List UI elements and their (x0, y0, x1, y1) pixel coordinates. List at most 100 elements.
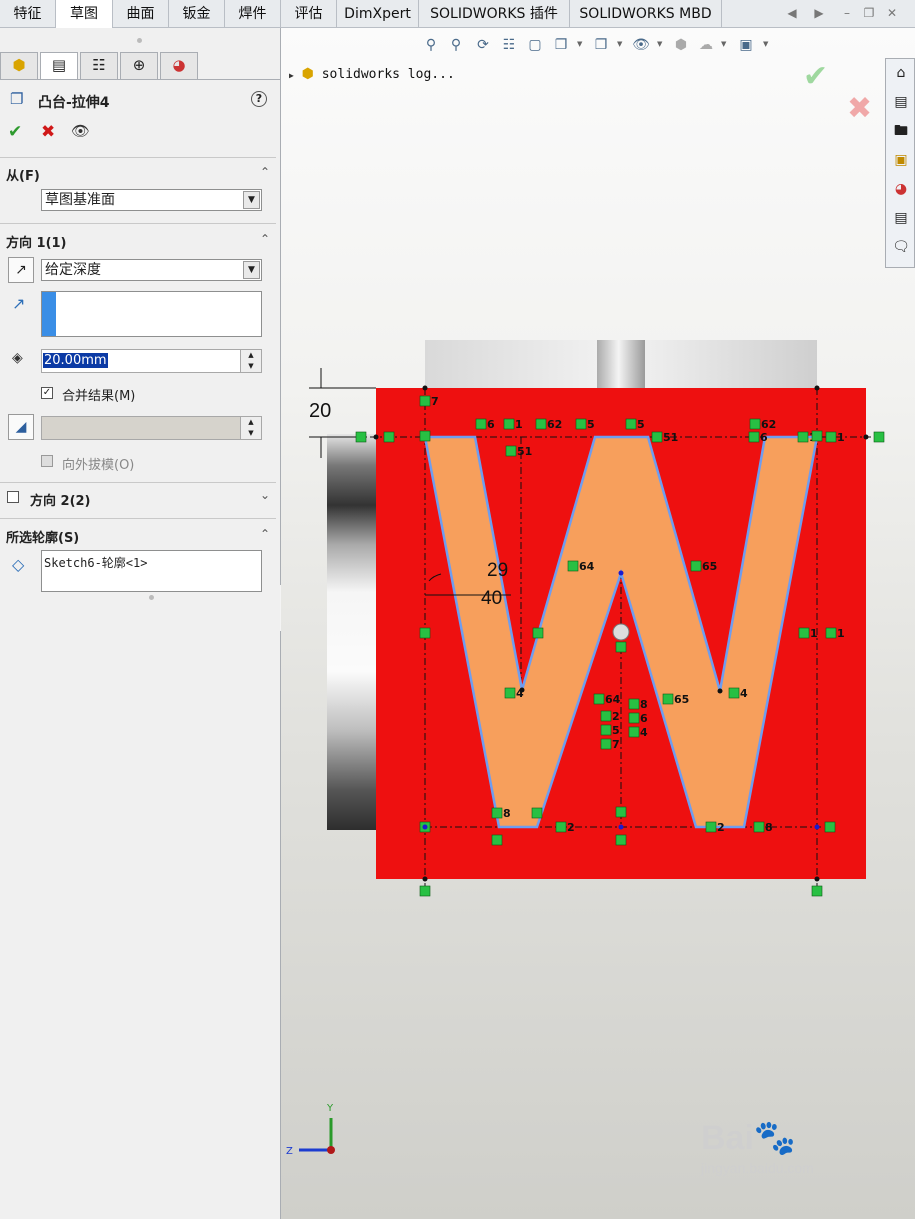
tab-sketch[interactable]: 草图 (56, 0, 113, 29)
tab-dimxpert-manager[interactable]: ⊕ (120, 52, 158, 79)
tab-dimxpert[interactable]: DimXpert (337, 0, 419, 28)
scroll-left-icon[interactable]: ◀ (785, 6, 799, 20)
relation-marker[interactable] (555, 821, 567, 833)
relation-marker[interactable] (419, 627, 431, 639)
chevron-up-icon[interactable]: ⌃ (260, 165, 270, 179)
tab-weldments[interactable]: 焊件 (225, 0, 281, 28)
sketch-canvas[interactable]: 20 40 29 7616255515162611646544646586425… (281, 28, 915, 1219)
previous-view-icon[interactable]: ⟳ (473, 35, 493, 55)
relation-marker[interactable] (575, 418, 587, 430)
tab-sheet-metal[interactable]: 钣金 (169, 0, 225, 28)
relation-marker[interactable] (797, 431, 809, 443)
relation-marker[interactable] (535, 418, 547, 430)
close-icon[interactable]: ✕ (885, 6, 899, 20)
section-direction2-header[interactable]: 方向 2(2) (30, 490, 91, 509)
direction-selection-box[interactable] (41, 291, 262, 337)
merge-result-checkbox[interactable]: ✓ (41, 387, 53, 399)
help-icon[interactable]: ? (251, 91, 267, 107)
from-select[interactable]: 草图基准面 ▼ (41, 189, 262, 211)
relation-marker[interactable] (615, 834, 627, 846)
reverse-direction-button[interactable]: ↗ (8, 257, 34, 283)
relation-marker[interactable] (825, 431, 837, 443)
relation-marker[interactable] (491, 834, 503, 846)
parts-library-icon[interactable]: ▤ (889, 90, 913, 114)
tab-solidworks-mbd[interactable]: SOLIDWORKS MBD (570, 0, 722, 28)
graphics-area[interactable]: 20 40 29 7616255515162611646544646586425… (281, 28, 915, 1219)
tab-configuration-manager[interactable]: ☷ (80, 52, 118, 79)
depth-input[interactable]: 20.00mm ▲ ▼ (41, 349, 262, 373)
relation-marker[interactable] (753, 821, 765, 833)
file-explorer-icon[interactable]: 🖿 (889, 119, 913, 143)
tab-feature-manager[interactable]: ⬢ (0, 52, 38, 79)
relation-marker[interactable] (748, 431, 760, 443)
forum-icon[interactable]: 🗨 (889, 235, 913, 259)
relation-marker[interactable] (567, 560, 579, 572)
chevron-up-icon[interactable]: ⌃ (260, 527, 270, 541)
horizontal-dimension[interactable]: 40 (481, 588, 502, 609)
relation-marker[interactable] (873, 431, 885, 443)
relation-marker[interactable] (615, 806, 627, 818)
relation-marker[interactable] (593, 693, 605, 705)
section-selected-contours-header[interactable]: 所选轮廓(S) (6, 527, 79, 546)
tree-expand-icon[interactable]: ▶ (289, 71, 294, 80)
relation-marker[interactable] (531, 807, 543, 819)
tab-evaluate[interactable]: 评估 (281, 0, 337, 28)
appearance-icon[interactable]: ⬢ (671, 35, 691, 55)
custom-properties-icon[interactable]: ▤ (889, 206, 913, 230)
relation-marker[interactable] (503, 418, 515, 430)
draft-outward-checkbox[interactable] (41, 455, 53, 467)
relation-marker[interactable] (419, 430, 431, 442)
relation-marker[interactable] (824, 821, 836, 833)
relation-marker[interactable] (628, 726, 640, 738)
ok-button[interactable]: ✔ (8, 122, 22, 142)
relation-marker[interactable] (628, 712, 640, 724)
relation-marker[interactable] (690, 560, 702, 572)
confirm-ok-icon[interactable]: ✔ (803, 59, 828, 94)
relation-marker[interactable] (651, 431, 663, 443)
resize-grip-dot[interactable] (149, 595, 154, 600)
display-style-icon[interactable]: ❐ (591, 35, 611, 55)
chevron-down-icon[interactable]: ⌄ (260, 488, 270, 502)
relation-marker[interactable] (491, 807, 503, 819)
relation-marker[interactable] (825, 627, 837, 639)
relation-marker[interactable] (600, 710, 612, 722)
relation-marker[interactable] (475, 418, 487, 430)
relation-marker[interactable] (383, 431, 395, 443)
home-icon[interactable]: ⌂ (889, 61, 913, 85)
relation-marker[interactable] (532, 627, 544, 639)
confirm-cancel-icon[interactable]: ✖ (847, 91, 872, 126)
relation-marker[interactable] (505, 445, 517, 457)
relation-marker[interactable] (749, 418, 761, 430)
view-orientation-icon[interactable]: ☷ (499, 35, 519, 55)
restore-icon[interactable]: ❐ (862, 6, 876, 20)
relation-marker[interactable] (705, 821, 717, 833)
chevron-down-icon[interactable]: ▼ (763, 40, 768, 48)
relation-marker[interactable] (419, 395, 431, 407)
tab-solidworks-addins[interactable]: SOLIDWORKS 插件 (419, 0, 570, 28)
relation-marker[interactable] (600, 738, 612, 750)
view-settings-icon[interactable]: ❐ (551, 35, 571, 55)
zoom-fit-icon[interactable]: ⚲ (421, 35, 441, 55)
end-condition-select[interactable]: 给定深度 ▼ (41, 259, 262, 281)
relation-marker[interactable] (615, 641, 627, 653)
chevron-down-icon[interactable]: ▼ (721, 40, 726, 48)
zoom-area-icon[interactable]: ⚲ (446, 35, 466, 55)
scene-icon[interactable]: ☁ (696, 35, 716, 55)
section-view-icon[interactable]: ▢ (525, 35, 545, 55)
chevron-down-icon[interactable]: ▼ (617, 40, 622, 48)
view-palette-icon[interactable]: ▣ (889, 148, 913, 172)
tab-surfaces[interactable]: 曲面 (113, 0, 169, 28)
selected-contours-list[interactable]: Sketch6-轮廓<1> (41, 550, 262, 592)
section-direction1-header[interactable]: 方向 1(1) (6, 232, 67, 251)
relation-marker[interactable] (625, 418, 637, 430)
direction2-checkbox[interactable] (7, 491, 19, 503)
relation-marker[interactable] (662, 693, 674, 705)
tab-features[interactable]: 特征 (0, 0, 56, 28)
display-pane-icon[interactable]: ▣ (736, 35, 756, 55)
relation-marker[interactable] (355, 431, 367, 443)
relation-marker[interactable] (600, 724, 612, 736)
relation-marker[interactable] (504, 687, 516, 699)
chevron-down-icon[interactable]: ▼ (577, 40, 582, 48)
section-from-header[interactable]: 从(F) (6, 165, 40, 184)
tab-property-manager[interactable]: ▤ (40, 52, 78, 79)
